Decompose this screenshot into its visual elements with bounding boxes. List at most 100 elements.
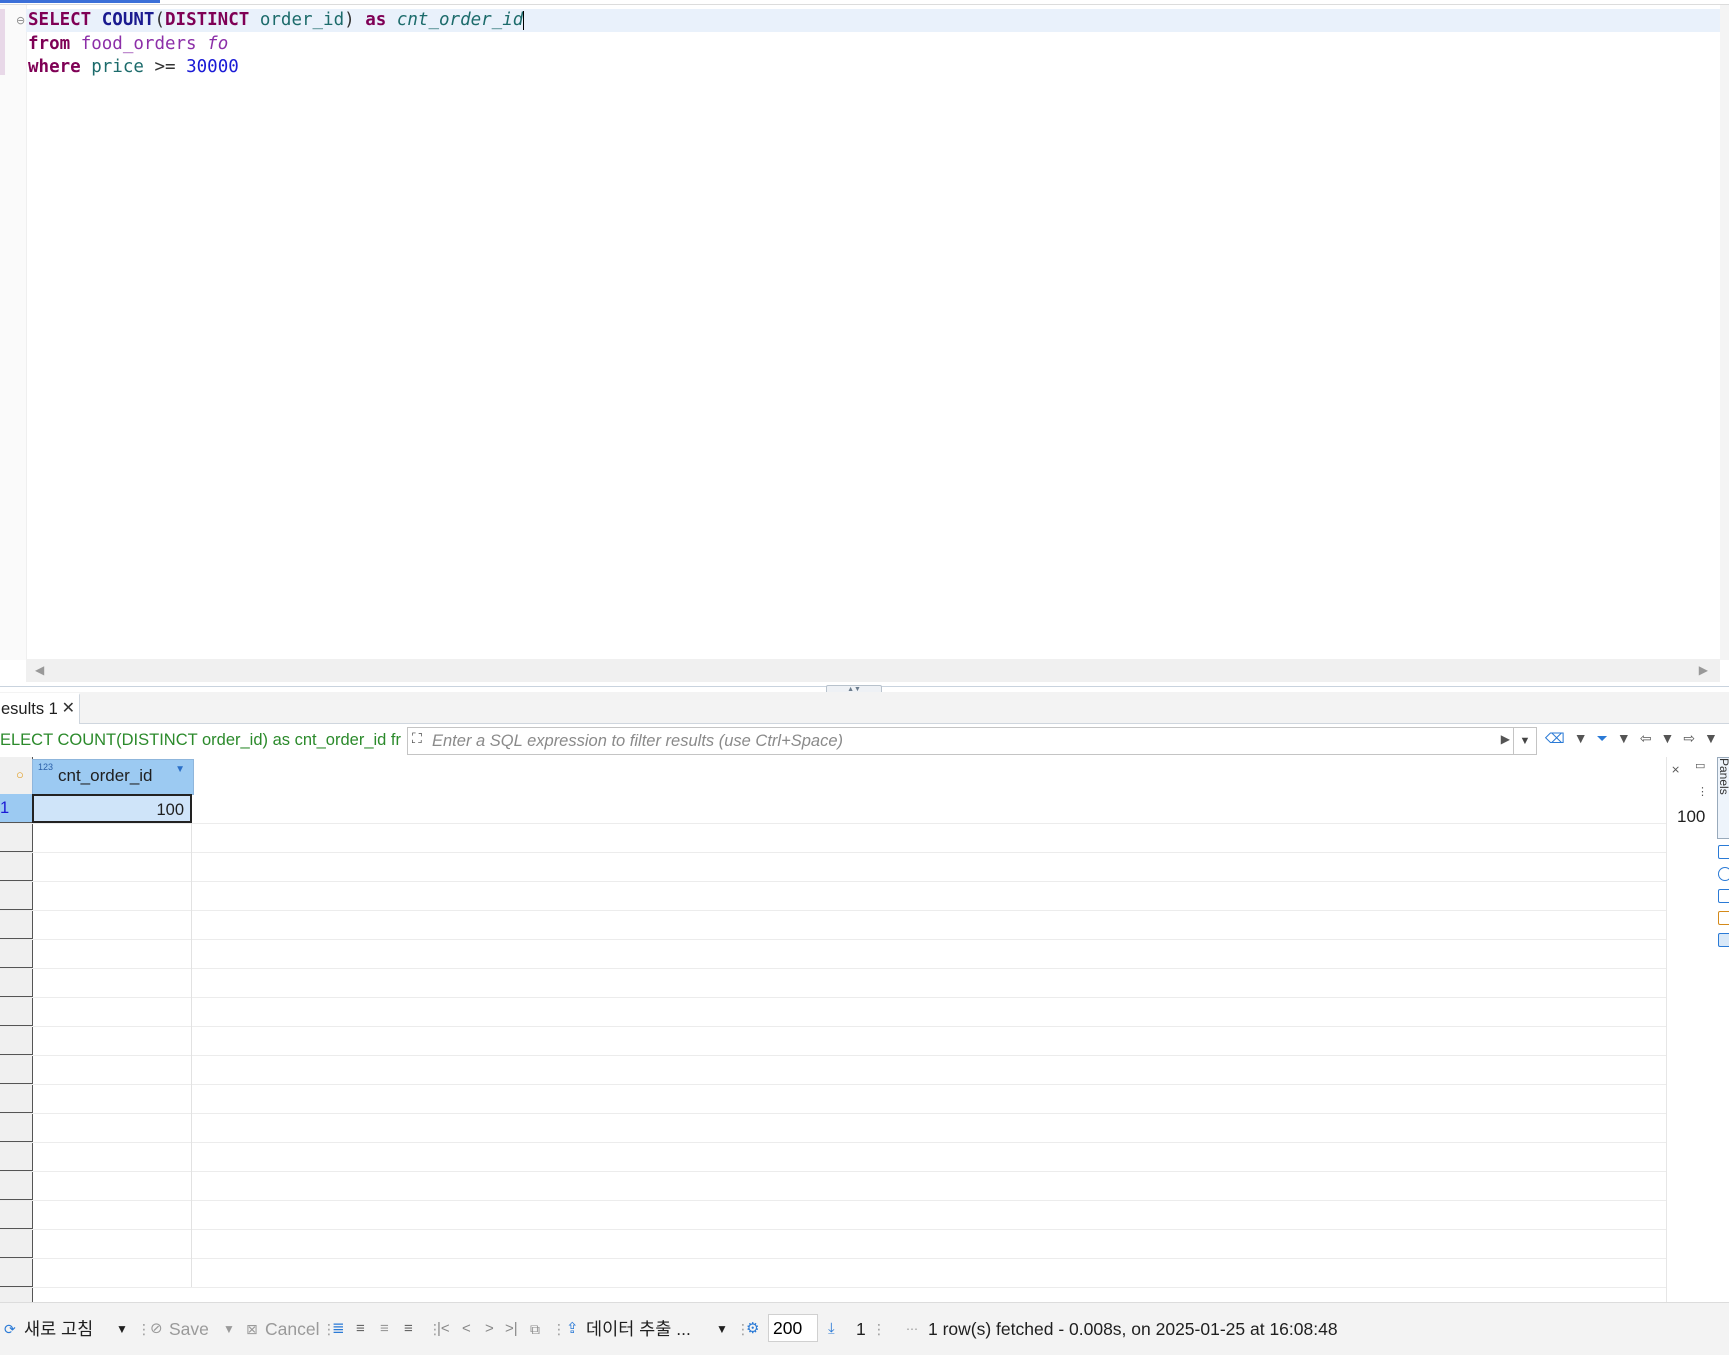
editor-gutter bbox=[0, 5, 27, 660]
editor-vertical-scrollbar[interactable] bbox=[1720, 5, 1729, 660]
table-cell[interactable]: 100 bbox=[32, 794, 192, 823]
chevron-down-icon[interactable]: ▼ bbox=[223, 1303, 235, 1355]
delete-row-icon[interactable]: ≡ bbox=[404, 1303, 413, 1355]
chevron-down-icon[interactable]: ▼ bbox=[1617, 730, 1631, 750]
empty-cell bbox=[32, 1055, 192, 1084]
fold-collapse-icon[interactable]: ⊖ bbox=[16, 14, 25, 27]
cancel-button[interactable]: Cancel bbox=[265, 1303, 319, 1355]
row-number bbox=[0, 1171, 32, 1200]
panel-icon[interactable] bbox=[1718, 845, 1729, 859]
refresh-icon[interactable]: ⟳ bbox=[4, 1303, 16, 1355]
empty-cell bbox=[32, 881, 192, 910]
empty-row bbox=[0, 852, 1666, 882]
panels-toggle[interactable]: Panels bbox=[1717, 757, 1729, 839]
empty-cell bbox=[32, 1200, 192, 1229]
back-arrow-icon[interactable]: ⇦ bbox=[1640, 730, 1652, 750]
row-number bbox=[0, 1055, 32, 1084]
token-number: 30000 bbox=[186, 57, 239, 77]
sort-dropdown-icon[interactable]: ▼ bbox=[175, 764, 185, 775]
results-grid[interactable]: ○ 123 cnt_order_id ▼ 1 100 bbox=[0, 757, 1666, 1302]
filter-history-dropdown-icon[interactable]: ▼ bbox=[1513, 728, 1536, 754]
editor-horizontal-scrollbar[interactable]: ◀ ▶ bbox=[26, 659, 1720, 682]
panel-icon[interactable] bbox=[1718, 889, 1729, 903]
row-number bbox=[0, 1084, 32, 1113]
filter-input[interactable] bbox=[430, 729, 1494, 753]
export-icon[interactable]: ⇪ bbox=[566, 1303, 579, 1355]
copy-row-icon[interactable]: ≡ bbox=[380, 1303, 389, 1355]
refresh-button[interactable]: 새로 고침 bbox=[24, 1303, 93, 1355]
numeric-type-icon: 123 bbox=[38, 762, 54, 772]
empty-cell bbox=[32, 1142, 192, 1171]
forward-arrow-icon[interactable]: ⇨ bbox=[1683, 730, 1695, 750]
export-button[interactable]: 데이터 추출 ... bbox=[586, 1303, 691, 1355]
scroll-left-icon[interactable]: ◀ bbox=[35, 663, 44, 677]
column-header-label: cnt_order_id bbox=[58, 766, 153, 785]
empty-cell bbox=[32, 852, 192, 881]
token-function: COUNT bbox=[101, 10, 155, 30]
row-number bbox=[0, 1026, 32, 1055]
last-page-icon[interactable]: >| bbox=[505, 1303, 518, 1355]
filter-bar: ELECT COUNT(DISTINCT order_id) as cnt_or… bbox=[0, 724, 1729, 756]
panel-icon[interactable] bbox=[1718, 933, 1729, 947]
close-panel-icon[interactable]: ⨯ bbox=[1671, 763, 1680, 776]
more-icon[interactable]: ⋯ bbox=[906, 1303, 918, 1355]
chevron-down-icon[interactable]: ▼ bbox=[1574, 730, 1588, 750]
token-identifier: order_id bbox=[259, 10, 345, 30]
chevron-down-icon[interactable]: ▼ bbox=[116, 1303, 128, 1355]
add-row-icon[interactable]: ≡ bbox=[356, 1303, 365, 1355]
empty-row bbox=[0, 968, 1666, 998]
check-circle-icon: ⊘ bbox=[150, 1320, 163, 1337]
chevron-down-icon[interactable]: ▼ bbox=[716, 1303, 728, 1355]
selected-value-preview: 100 bbox=[1677, 807, 1706, 826]
column-header[interactable]: 123 cnt_order_id ▼ bbox=[32, 759, 194, 795]
row-number[interactable]: 1 bbox=[0, 794, 32, 823]
expand-filter-icon[interactable]: ⛶ bbox=[412, 730, 422, 747]
empty-cell bbox=[32, 910, 192, 939]
row-number bbox=[0, 1258, 32, 1287]
filter-icon[interactable]: ⏷ bbox=[1597, 730, 1608, 750]
panel-icon[interactable] bbox=[1718, 911, 1729, 925]
scroll-right-icon[interactable]: ▶ bbox=[1699, 663, 1708, 677]
empty-row bbox=[0, 823, 1666, 853]
code-line-1[interactable]: SELECT COUNT(DISTINCT order_id) as cnt_o… bbox=[26, 9, 1722, 32]
code-line-3[interactable]: where price >= 30000 bbox=[28, 56, 239, 79]
fetch-all-icon[interactable]: ⧉ bbox=[530, 1303, 540, 1355]
empty-cell bbox=[32, 1258, 192, 1287]
chevron-down-icon[interactable]: ▼ bbox=[1660, 730, 1674, 750]
empty-cell bbox=[32, 1171, 192, 1200]
row-number bbox=[0, 968, 32, 997]
editor-results-splitter[interactable]: ▲▼ bbox=[0, 685, 1729, 694]
panel-icon[interactable] bbox=[1718, 867, 1729, 881]
minimize-icon[interactable]: ▭ bbox=[1695, 759, 1705, 772]
apply-filter-icon[interactable]: ▶ bbox=[1501, 732, 1510, 746]
chevron-down-icon[interactable]: ▼ bbox=[1704, 730, 1718, 750]
first-page-icon[interactable]: |< bbox=[437, 1303, 450, 1355]
eraser-icon[interactable]: ⌫ bbox=[1545, 730, 1565, 750]
row-number bbox=[0, 1142, 32, 1171]
prev-page-icon[interactable]: < bbox=[462, 1303, 471, 1355]
token-table: food_orders bbox=[80, 34, 197, 54]
token-paren: ) bbox=[344, 10, 355, 30]
sql-editor[interactable]: ⊖ SELECT COUNT(DISTINCT order_id) as cnt… bbox=[0, 0, 1729, 690]
tab-results-1[interactable]: esults 1 ✕ bbox=[0, 693, 80, 725]
save-button[interactable]: Save bbox=[169, 1303, 209, 1355]
row-count-icon[interactable]: ⤓ bbox=[828, 1303, 835, 1355]
empty-row bbox=[0, 1055, 1666, 1085]
empty-row bbox=[0, 881, 1666, 911]
gear-icon[interactable]: ⚙ bbox=[746, 1303, 759, 1355]
editor-tab-indicator bbox=[0, 0, 160, 3]
table-row[interactable]: 1 100 bbox=[0, 794, 1666, 824]
code-line-2[interactable]: from food_orders fo bbox=[28, 33, 228, 56]
next-page-icon[interactable]: > bbox=[485, 1303, 494, 1355]
text-caret bbox=[523, 10, 525, 30]
executed-query-text[interactable]: ELECT COUNT(DISTINCT order_id) as cnt_or… bbox=[0, 724, 404, 756]
edit-row-icon[interactable]: ≣ bbox=[332, 1303, 345, 1355]
empty-row bbox=[0, 1171, 1666, 1201]
more-options-icon[interactable]: ⋮ bbox=[1697, 785, 1708, 798]
close-icon[interactable]: ✕ bbox=[62, 695, 75, 723]
row-number bbox=[0, 1229, 32, 1258]
row-select-all-icon[interactable]: ○ bbox=[16, 767, 24, 782]
token-keyword: SELECT bbox=[28, 10, 92, 30]
value-side-panel: ⨯ ▭ ⋮ 100 Panels bbox=[1666, 757, 1729, 1302]
fetch-size-input[interactable] bbox=[768, 1314, 818, 1342]
